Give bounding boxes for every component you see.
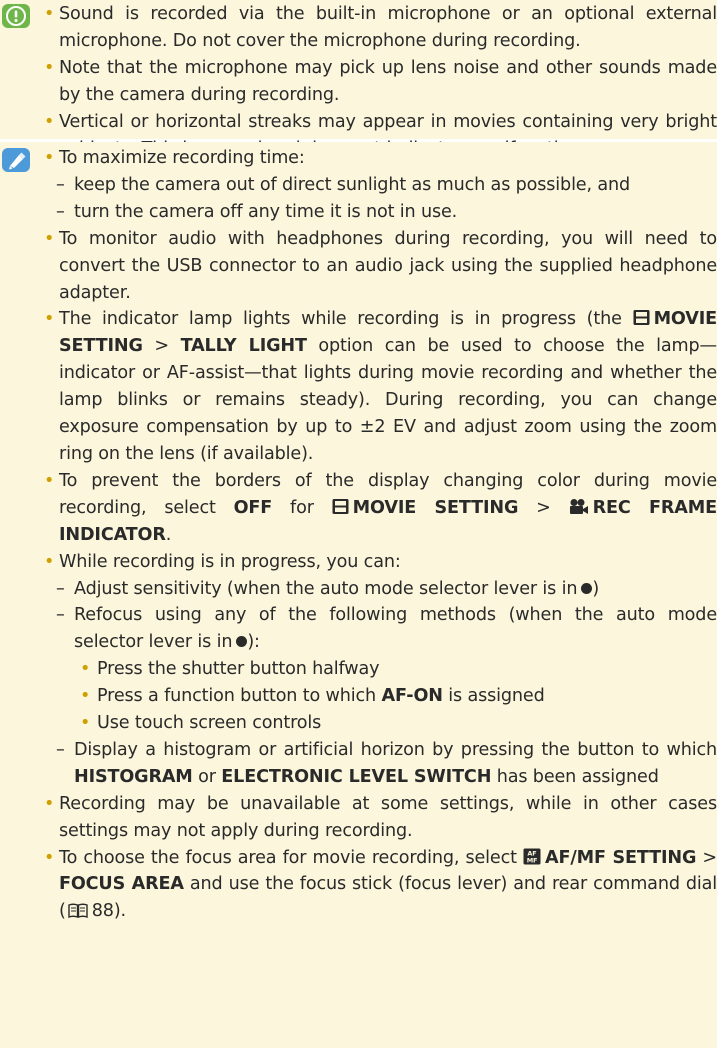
text-run: > [702, 847, 717, 868]
note-item-focus-area: To choose the focus area for movie recor… [42, 845, 717, 926]
menu-label: HISTOGRAM [74, 766, 193, 787]
while-recording-lead: While recording is in progress, you can: [59, 551, 401, 572]
caution-icon [2, 4, 30, 28]
text-run: is assigned [448, 686, 545, 707]
film-icon [633, 310, 650, 326]
svg-text:MF: MF [527, 856, 538, 864]
sub-item: Refocus using any of the following metho… [52, 602, 717, 737]
note-item-while-recording: While recording is in progress, you can:… [42, 549, 717, 791]
af-mf-icon: AFMF [523, 848, 541, 865]
text-run: has been assigned [496, 766, 659, 787]
auto-mode-dot-icon [581, 582, 593, 594]
note-item-recording-time: To maximize recording time: keep the cam… [42, 145, 717, 226]
movie-camera-icon [569, 498, 588, 514]
text-run: Refocus using any of the following metho… [74, 605, 717, 653]
while-recording-sublist: Adjust sensitivity (when the auto mode s… [56, 576, 717, 791]
manual-page: Sound is recorded via the built-in micro… [0, 0, 717, 1048]
method-item: Use touch screen controls [74, 710, 717, 737]
note-item-borders: To prevent the borders of the display ch… [42, 468, 717, 549]
note-item-tally: The indicator lamp lights while recordin… [42, 306, 717, 467]
menu-label: MOVIE SETTING [352, 497, 519, 518]
refocus-methods: Press the shutter button halfway Press a… [74, 656, 717, 737]
caution-item: Note that the microphone may pick up len… [42, 55, 717, 109]
text-run: or [198, 766, 216, 787]
book-icon [68, 903, 88, 919]
sub-item: Adjust sensitivity (when the auto mode s… [52, 576, 717, 603]
method-item: Press the shutter button halfway [74, 656, 717, 683]
menu-label: AF/MF SETTING [545, 847, 697, 868]
sub-item: keep the camera out of direct sunlight a… [52, 172, 717, 199]
text-run: Display a histogram or artificial horizo… [74, 739, 717, 760]
caution-item: Sound is recorded via the built-in micro… [42, 1, 717, 55]
menu-label: TALLY LIGHT [180, 336, 307, 357]
menu-label: OFF [233, 497, 273, 518]
text-run: for [290, 497, 314, 518]
text-run: . [165, 524, 172, 545]
method-item: Press a function button to which AF-ON i… [74, 683, 717, 710]
note-box: To maximize recording time: keep the cam… [0, 142, 717, 1048]
text-run: To choose the focus area for movie recor… [59, 847, 517, 868]
recording-time-sublist: keep the camera out of direct sunlight a… [56, 172, 717, 226]
text-run: Press a function button to which [97, 686, 377, 707]
recording-time-lead: To maximize recording time: [59, 148, 305, 168]
note-list: To maximize recording time: keep the cam… [42, 145, 717, 925]
text-run: ). [113, 901, 126, 922]
auto-mode-dot-icon [236, 636, 248, 648]
text-run: > [154, 336, 169, 357]
note-item-unavailable: Recording may be unavailable at some set… [42, 791, 717, 845]
sub-item: Display a histogram or artificial horizo… [52, 737, 717, 791]
note-item-audio: To monitor audio with headphones during … [42, 226, 717, 307]
text-run: Adjust sensitivity (when the auto mode s… [74, 578, 578, 599]
page-ref[interactable]: 88 [92, 901, 114, 921]
menu-label: AF-ON [381, 686, 443, 707]
text-run: > [536, 497, 551, 518]
text-run: The indicator lamp lights while recordin… [59, 309, 622, 330]
menu-label: FOCUS AREA [59, 874, 184, 895]
sub-item: turn the camera off any time it is not i… [52, 199, 717, 226]
caution-list: Sound is recorded via the built-in micro… [42, 1, 717, 162]
menu-label: ELECTRONIC LEVEL SWITCH [221, 766, 492, 787]
note-icon [2, 148, 30, 172]
film-icon [332, 498, 349, 514]
caution-box: Sound is recorded via the built-in micro… [0, 0, 717, 159]
text-run: ): [247, 632, 260, 653]
